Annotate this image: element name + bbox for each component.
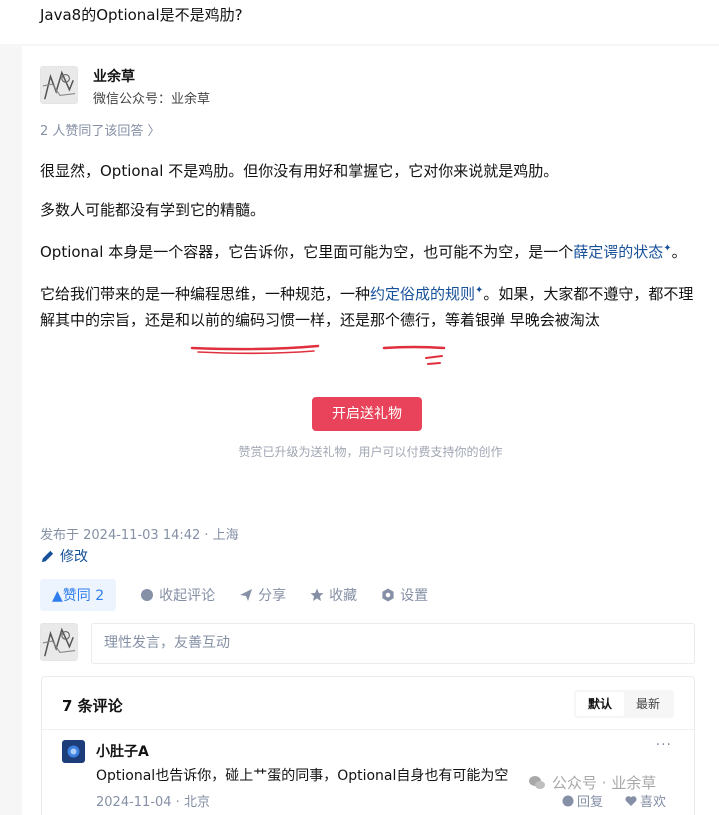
settings-button[interactable]: 设置 [381,585,428,605]
paragraph: 它给我们带来的是一种编程思维，一种规范，一种约定俗成的规则✦。如果，大家都不遵守… [40,278,700,333]
divider [42,729,694,730]
star-icon [310,588,324,601]
sort-default-button[interactable]: 默认 [575,692,624,716]
comment-input[interactable]: 理性发言，友善互动 [91,623,695,664]
text-span: 它给我们带来的是一种编程思维，一种规范，一种 [40,285,371,303]
text-span: 。 [671,243,687,261]
favorite-label: 收藏 [329,588,358,604]
share-button[interactable]: 分享 [239,585,286,605]
open-gift-button[interactable]: 开启送礼物 [312,397,422,431]
answer-card: 业余草 微信公众号：业余草 2 人赞同了该回答 〉 很显然，Optional 不… [22,46,719,815]
reply-button[interactable]: 回复 [562,791,603,810]
share-label: 分享 [258,588,287,604]
collapse-comments-button[interactable]: 收起评论 [140,585,215,605]
reply-label: 回复 [577,795,604,810]
edit-label: 修改 [60,549,88,565]
current-user-avatar[interactable] [40,623,78,661]
question-bar: Java8的Optional是不是鸡肋? [0,0,719,44]
paragraph: 多数人可能都没有学到它的精髓。 [40,197,700,223]
like-label: 喜欢 [640,795,667,810]
text-span: Optional 本身是一个容器，它告诉你，它里面可能为空，也可能不为空，是一个 [40,243,574,261]
keyword-link[interactable]: 约定俗成的规则 [370,285,475,303]
vote-up-button[interactable]: ▲赞同 2 [40,579,117,611]
watermark: 公众号 · 业余草 [528,772,656,793]
paragraph: 很显然，Optional 不是鸡肋。但你没有用好和掌握它，它对你来说就是鸡肋。 [40,162,559,180]
gift-tip: 赞赏已升级为送礼物，用户可以付费支持你的创作 [238,445,503,459]
sort-toggle: 默认 最新 [573,690,674,718]
voters-link[interactable]: 2 人赞同了该回答 〉 [40,120,161,139]
like-button[interactable]: 喜欢 [625,791,666,810]
text-span: 多数人可能都没有学到它的精髓。 [40,201,266,219]
wechat-icon [529,775,545,789]
author-description: 微信公众号：业余草 [93,92,211,107]
sort-latest-button[interactable]: 最新 [624,692,672,716]
heart-icon [625,795,637,806]
action-bar: ▲赞同 2 收起评论 分享 收藏 设置 [40,579,428,611]
comment-icon [141,589,154,601]
paragraph: Optional 本身是一个容器，它告诉你，它里面可能为空，也可能不为空，是一个… [40,236,700,265]
paper-plane-icon [240,589,253,601]
commenter-name[interactable]: 小肚子A [96,741,149,761]
keyword-link[interactable]: 薛定谔的状态 [573,243,663,261]
answer-content: 很显然，Optional 不是鸡肋。但你没有用好和掌握它，它对你来说就是鸡肋。 … [40,158,700,346]
edit-button[interactable]: 修改 [40,546,88,566]
reply-icon [562,795,574,806]
favorite-button[interactable]: 收藏 [310,585,357,605]
comments-section: 7 条评论 默认 最新 小肚子A ··· Optional也告诉你，碰上艹蛋的同… [41,676,695,815]
comment-meta: 2024-11-04 · 北京 [96,795,210,810]
star-icon: ✦ [663,243,672,254]
watermark-text: 公众号 · 业余草 [552,774,657,792]
vote-label: ▲赞同 2 [52,588,105,604]
publish-time[interactable]: 发布于 2024-11-03 14:42 · 上海 [40,524,239,543]
commenter-avatar[interactable] [62,740,85,763]
collapse-comments-label: 收起评论 [159,588,216,604]
pencil-icon [41,550,54,562]
more-options-icon[interactable]: ··· [656,737,672,753]
comments-count: 7 条评论 [62,697,123,715]
question-title[interactable]: Java8的Optional是不是鸡肋? [40,4,243,25]
author-name[interactable]: 业余草 [93,66,135,86]
comment-text: Optional也告诉你，碰上艹蛋的同事，Optional自身也有可能为空 [96,768,509,784]
settings-label: 设置 [400,588,429,604]
gear-icon [382,588,394,602]
author-avatar[interactable] [40,66,78,104]
